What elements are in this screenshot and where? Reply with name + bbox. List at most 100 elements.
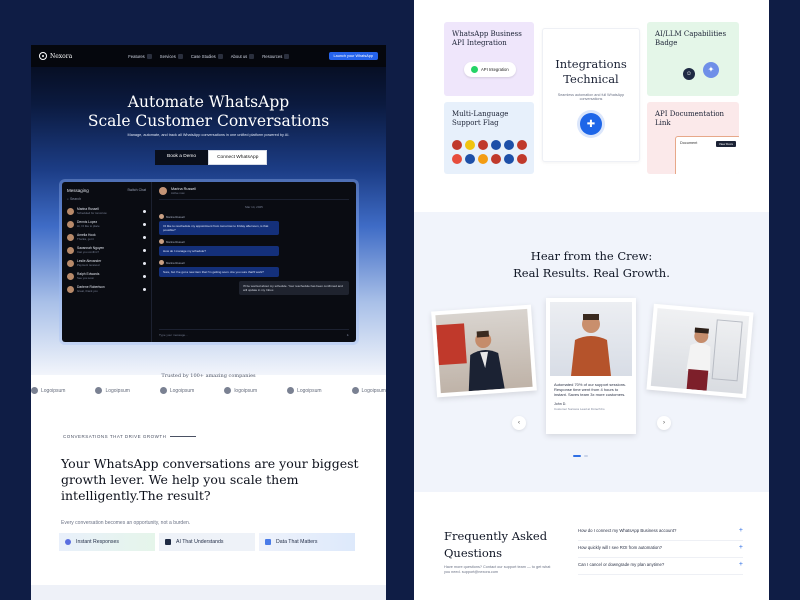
contact-item[interactable]: Marina Russell Scheduled for tomorrow xyxy=(67,207,146,215)
nav-links: Features Services Case Studies About us … xyxy=(128,53,290,59)
growth-heading: Your WhatsApp conversations are your big… xyxy=(61,456,359,503)
person-image xyxy=(468,330,505,392)
testimonial-photo-left[interactable] xyxy=(431,304,537,398)
landing-page-left: Nexora Features Services Case Studies Ab… xyxy=(31,45,386,600)
faq-note: Have more questions? Contact our support… xyxy=(444,565,551,574)
contact-item[interactable]: Leslie Alexander Payment received xyxy=(67,259,146,267)
card-whatsapp-api[interactable]: WhatsApp Business API Integration API In… xyxy=(444,22,534,96)
faq-item[interactable]: How do I connect my WhatsApp Business ac… xyxy=(578,524,743,541)
contact-preview: Thanks, got it xyxy=(77,237,94,241)
faq-item[interactable]: How quickly will I see ROI from automati… xyxy=(578,541,743,558)
nav-item-features[interactable]: Features xyxy=(128,53,152,59)
chat-panel: Marina Russell Active now Mar 14, 2025 M… xyxy=(152,182,356,342)
chip-instant-responses[interactable]: Instant Responses xyxy=(59,533,155,551)
contact-preview: Can you confirm? xyxy=(77,250,99,254)
partner-logo: Logoipsum xyxy=(159,387,194,394)
partner-logo: logoipsum xyxy=(224,387,257,394)
message-sender: Marina Russell xyxy=(159,214,349,219)
nav-cta-button[interactable]: Launch your WhatsApp xyxy=(328,52,378,60)
next-arrow-icon[interactable]: › xyxy=(657,416,671,430)
carousel-dot-active[interactable] xyxy=(573,455,581,457)
flag-icon xyxy=(504,140,514,150)
unread-dot xyxy=(143,261,146,265)
partner-logo: Logoipsum xyxy=(351,387,386,394)
flag-icon xyxy=(491,140,501,150)
contact-preview: Scheduled for tomorrow xyxy=(77,211,107,215)
card-ai-llm[interactable]: AI/LLM Capabilities Badge ☺ ✦ xyxy=(647,22,739,96)
testimonial-photo-right[interactable] xyxy=(646,303,754,399)
whatsapp-icon xyxy=(471,66,478,73)
chip-ai[interactable]: AI That Understands xyxy=(159,533,255,551)
plus-icon[interactable]: + xyxy=(739,544,743,551)
chip-data[interactable]: Data That Matters xyxy=(259,533,355,551)
logo-icon xyxy=(351,387,359,394)
robot-icon: ☺ xyxy=(683,68,695,80)
next-section-strip xyxy=(31,585,386,600)
api-integration-pill: API Integration xyxy=(464,62,516,77)
faq-item[interactable]: Can I cancel or downgrade my plan anytim… xyxy=(578,558,743,575)
incoming-message: I'd like to reschedule my appointment fr… xyxy=(159,221,279,235)
contact-preview: Payment received xyxy=(77,263,100,267)
outgoing-message: I'll be worried about my schedule. Your … xyxy=(239,281,349,295)
flag-icon xyxy=(517,140,527,150)
contact-item[interactable]: Darlene Robertson Great, thank you xyxy=(67,285,146,293)
avatar xyxy=(67,259,74,267)
unread-dot xyxy=(143,274,146,278)
connect-whatsapp-button[interactable]: Connect WhatsApp xyxy=(208,150,268,165)
logo-icon xyxy=(39,52,47,60)
prev-arrow-icon[interactable]: ‹ xyxy=(512,416,526,430)
contact-item[interactable]: Savannah Nguyen Can you confirm? xyxy=(67,246,146,254)
bolt-icon xyxy=(65,539,71,545)
send-icon[interactable]: ➤ xyxy=(346,333,349,337)
nav-item-about[interactable]: About us xyxy=(231,53,255,59)
faq-title: Frequently Asked Questions xyxy=(444,529,548,560)
faq-list: How do I connect my WhatsApp Business ac… xyxy=(578,524,743,575)
hero-buttons: Book a Demo Connect WhatsApp xyxy=(155,150,268,165)
testimonial-role: Customer Success Lead at FintechCo xyxy=(554,407,605,411)
robot-icon xyxy=(165,539,171,545)
card-integrations-technical[interactable]: Integrations Technical Seamless automati… xyxy=(542,28,640,162)
switch-chat-link[interactable]: Switch Chat xyxy=(127,188,146,193)
chevron-down-icon xyxy=(249,53,255,59)
compose-bar[interactable]: Type your message... ➤ xyxy=(159,329,349,337)
contact-item[interactable]: Dennis Lopez Hi, I'd like to place xyxy=(67,220,146,228)
brand-logo[interactable]: Nexora xyxy=(39,52,72,60)
flag-grid xyxy=(452,140,527,164)
avatar xyxy=(67,272,74,280)
flag-icon xyxy=(465,140,475,150)
logo-icon xyxy=(287,387,295,394)
avatar xyxy=(67,246,74,254)
nav-item-case-studies[interactable]: Case Studies xyxy=(191,53,223,59)
hero-title: Automate WhatsApp Scale Customer Convers… xyxy=(87,93,330,130)
chevron-down-icon xyxy=(146,53,152,59)
avatar xyxy=(159,214,164,219)
nav-item-resources[interactable]: Resources xyxy=(262,53,290,59)
hero-section: Nexora Features Services Case Studies Ab… xyxy=(31,45,386,375)
flag-icon xyxy=(478,140,488,150)
contact-item[interactable]: Amelia Hook Thanks, got it xyxy=(67,233,146,241)
card-api-docs[interactable]: API Documentation Link Document View Doc… xyxy=(647,102,739,174)
plus-icon[interactable]: + xyxy=(739,527,743,534)
chat-status: Active now xyxy=(171,191,185,195)
unread-dot xyxy=(143,287,146,291)
chat-date: Mar 14, 2025 xyxy=(245,205,263,209)
chat-search[interactable]: ⌕ Search xyxy=(67,197,146,201)
message-list: Marina Russell I'd like to reschedule my … xyxy=(159,214,349,277)
contact-item[interactable]: Ralph Edwards See you soon xyxy=(67,272,146,280)
flag-icon xyxy=(491,154,501,164)
flag-icon xyxy=(478,154,488,164)
logo-icon xyxy=(159,387,167,394)
integration-hub-icon: ✚ xyxy=(580,113,602,135)
message-sender: Marina Russell xyxy=(159,239,349,244)
testimonial-card-center[interactable]: Automated 70% of our support sessions. R… xyxy=(546,298,636,434)
nav-item-services[interactable]: Services xyxy=(160,53,183,59)
plus-icon[interactable]: + xyxy=(739,561,743,568)
view-docs-button[interactable]: View Docs xyxy=(715,141,736,147)
carousel-dot[interactable] xyxy=(584,455,588,457)
book-demo-button[interactable]: Book a Demo xyxy=(155,150,209,165)
card-multi-language[interactable]: Multi-Language Support Flag xyxy=(444,102,534,174)
unread-dot xyxy=(143,209,146,213)
compose-input[interactable]: Type your message... xyxy=(159,333,188,337)
contact-list: Marina Russell Scheduled for tomorrow Denn… xyxy=(67,207,146,293)
contact-preview: Hi, I'd like to place xyxy=(77,224,100,228)
